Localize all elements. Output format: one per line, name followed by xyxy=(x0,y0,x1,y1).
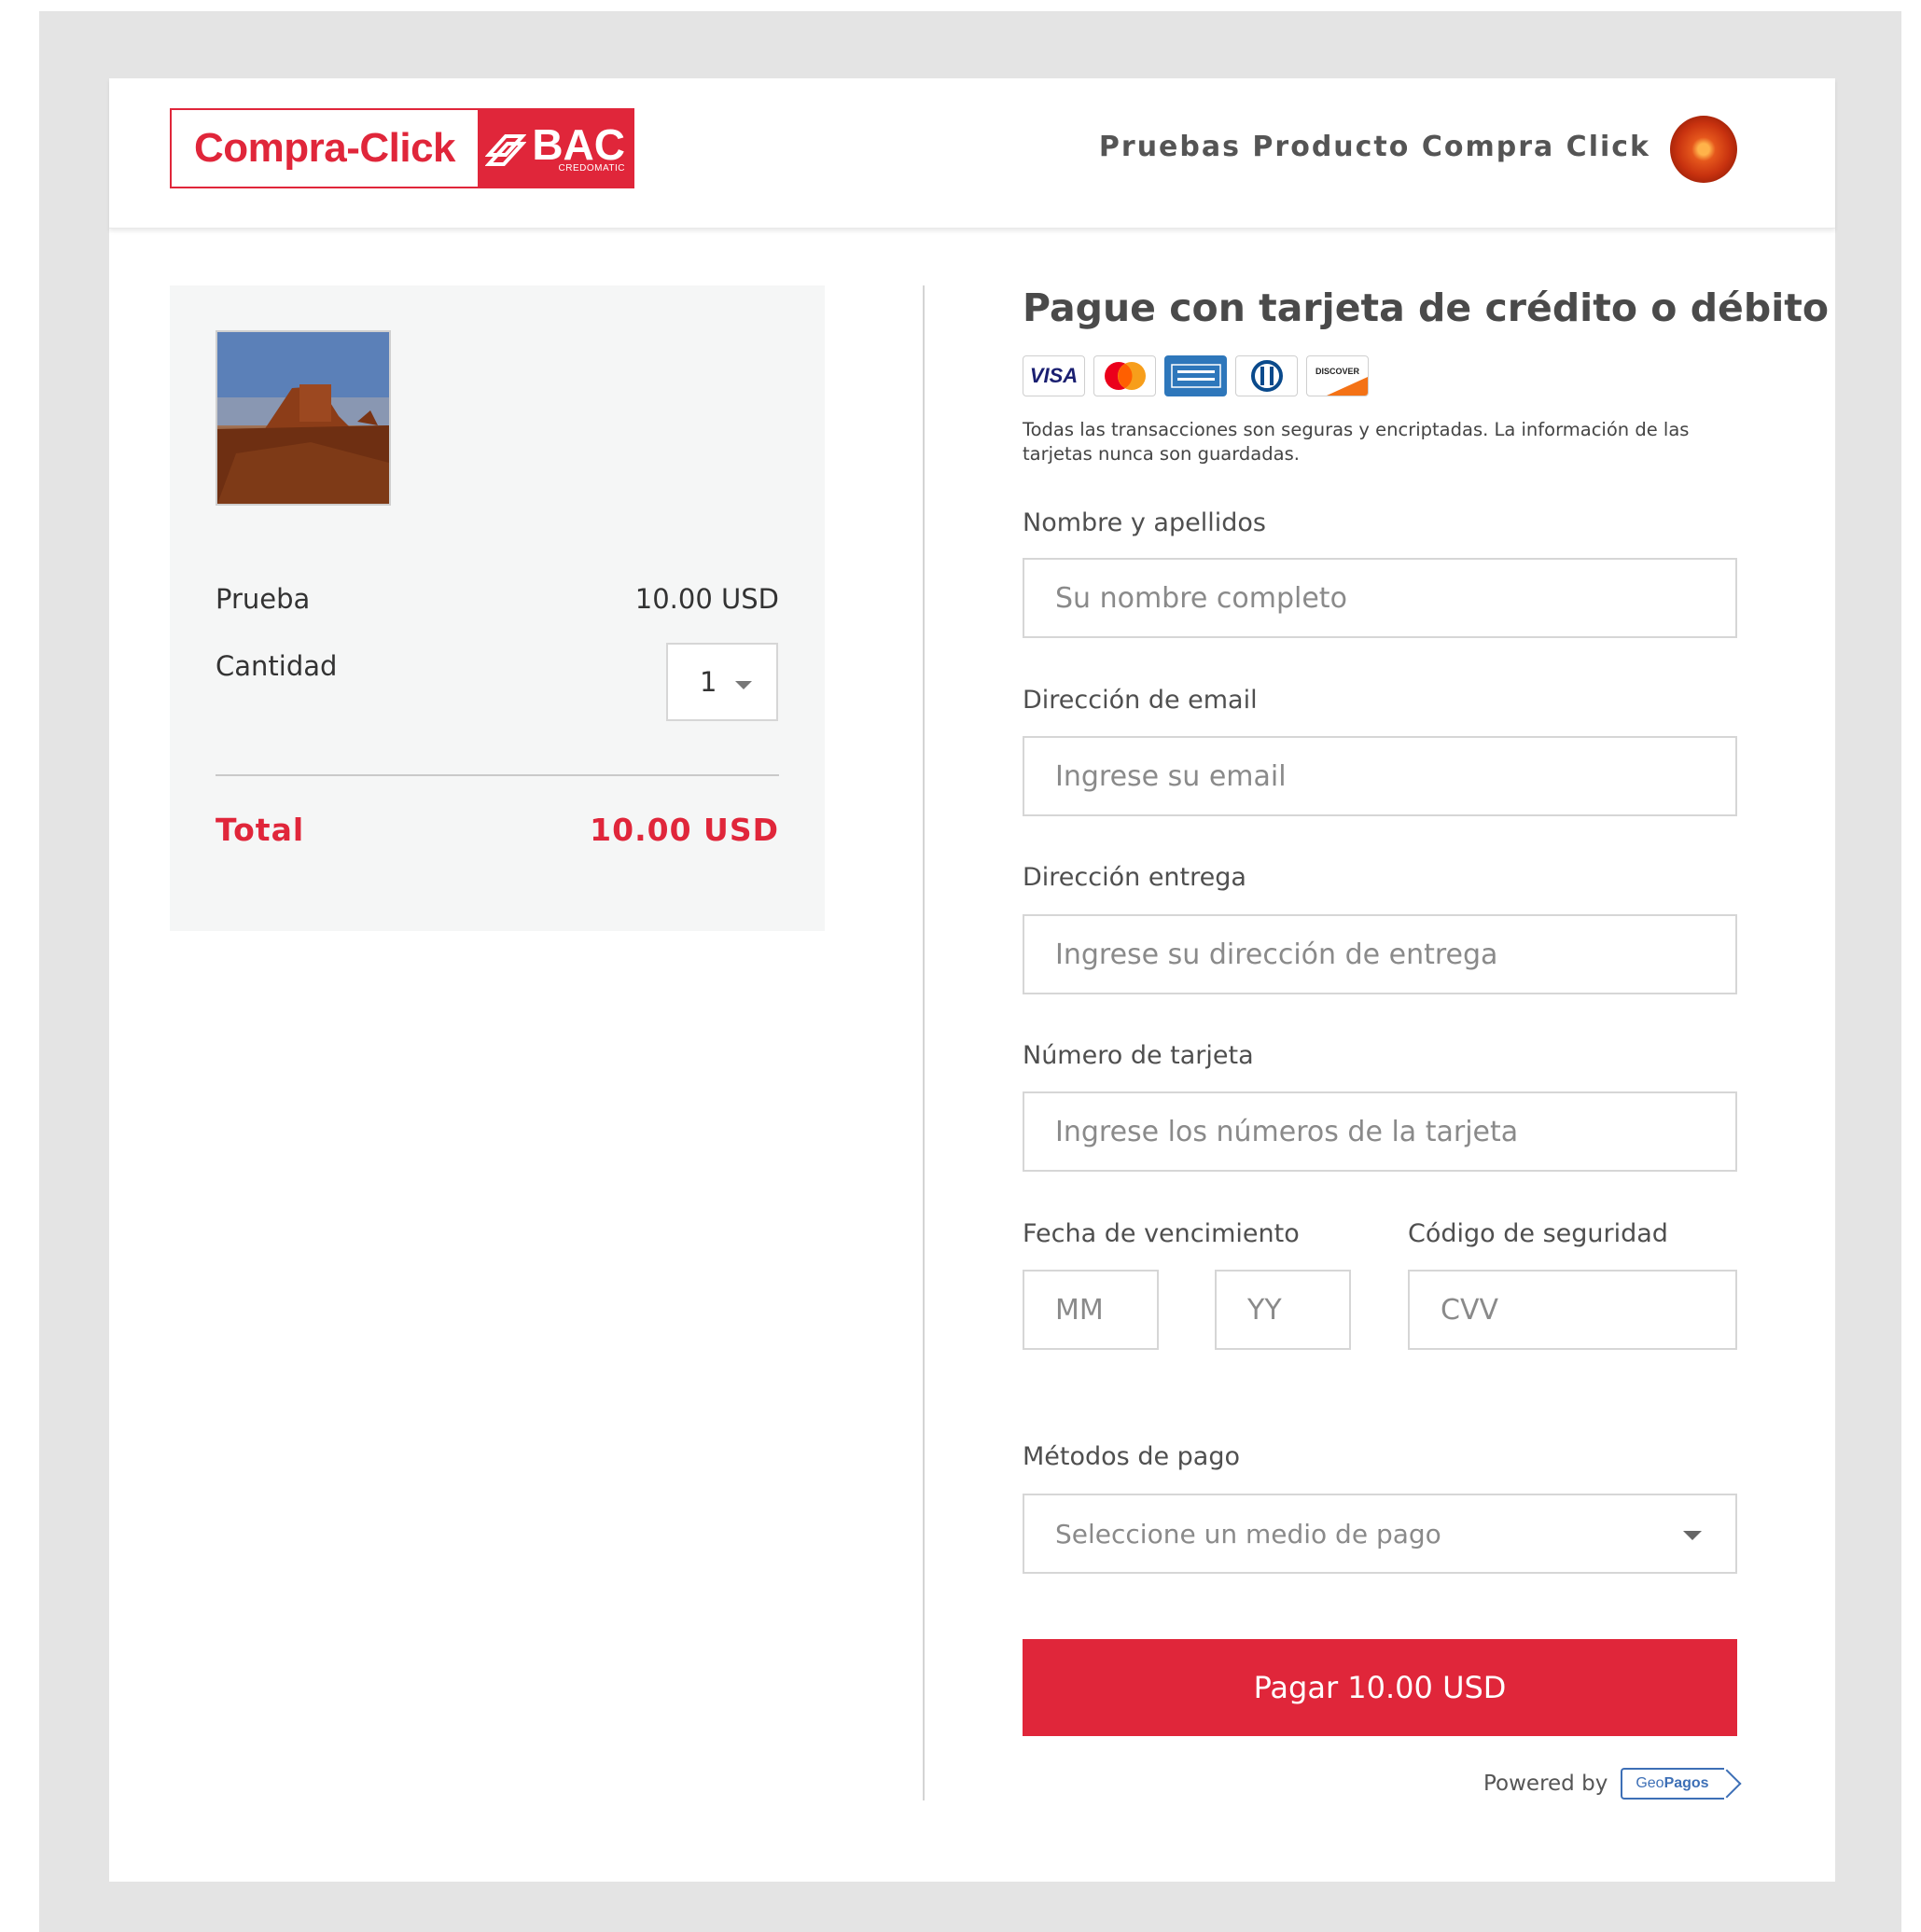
powered-by-label: Powered by xyxy=(1483,1772,1608,1796)
product-name: Prueba xyxy=(216,583,311,615)
security-disclaimer: Todas las transacciones son seguras y en… xyxy=(1023,419,1690,465)
diners-club-icon xyxy=(1235,355,1298,396)
total-row: Total 10.00 USD xyxy=(216,812,779,848)
product-price: 10.00 USD xyxy=(634,583,779,615)
card-number-label: Número de tarjeta xyxy=(1023,1041,1254,1070)
visa-icon: VISA xyxy=(1023,355,1085,396)
expiry-year-input[interactable] xyxy=(1215,1270,1351,1350)
discover-icon: DISCOVER xyxy=(1306,355,1369,396)
product-image xyxy=(216,330,391,506)
quantity-select[interactable]: 1 xyxy=(666,643,778,721)
bac-text: BAC xyxy=(532,120,625,169)
cvv-label: Código de seguridad xyxy=(1408,1219,1668,1248)
quantity-label: Cantidad xyxy=(216,650,338,682)
total-label: Total xyxy=(216,812,305,848)
cvv-input[interactable] xyxy=(1408,1270,1737,1350)
geopagos-logo[interactable]: Geo Pagos xyxy=(1621,1768,1724,1800)
address-label: Dirección entrega xyxy=(1023,863,1246,892)
email-input[interactable] xyxy=(1023,736,1737,816)
american-express-icon xyxy=(1164,355,1227,396)
address-input[interactable] xyxy=(1023,914,1737,994)
merchant-avatar[interactable] xyxy=(1670,116,1737,183)
product-image-art xyxy=(217,332,389,504)
credomatic-text: CREDOMATIC xyxy=(558,163,625,174)
chevron-down-icon xyxy=(1683,1531,1702,1540)
name-label: Nombre y apellidos xyxy=(1023,508,1266,537)
payment-method-value: Seleccione un medio de pago xyxy=(1055,1518,1441,1550)
accepted-cards: VISA DISCOVER xyxy=(1023,355,1369,396)
column-divider xyxy=(923,285,925,1800)
payment-method-select[interactable]: Seleccione un medio de pago xyxy=(1023,1494,1737,1574)
logo-text: Compra-Click xyxy=(193,125,456,171)
mastercard-icon xyxy=(1093,355,1156,396)
compra-click-logo: Compra-Click BAC CREDOMATIC xyxy=(170,108,634,188)
powered-by: Powered by Geo Pagos xyxy=(1483,1768,1724,1800)
expiry-month-input[interactable] xyxy=(1023,1270,1159,1350)
expiry-label: Fecha de vencimiento xyxy=(1023,1219,1300,1248)
email-label: Dirección de email xyxy=(1023,686,1258,715)
product-row: Prueba 10.00 USD xyxy=(216,583,779,615)
total-value: 10.00 USD xyxy=(590,812,779,848)
name-input[interactable] xyxy=(1023,558,1737,638)
bac-icon xyxy=(485,134,526,166)
bac-logo: BAC CREDOMATIC xyxy=(478,110,633,187)
merchant-name: Pruebas Producto Compra Click xyxy=(1098,131,1650,163)
pay-button[interactable]: Pagar 10.00 USD xyxy=(1023,1639,1737,1736)
chevron-down-icon xyxy=(735,681,752,689)
form-title: Pague con tarjeta de crédito o débito xyxy=(1023,285,1830,330)
card-number-input[interactable] xyxy=(1023,1091,1737,1172)
payment-methods-label: Métodos de pago xyxy=(1023,1442,1240,1471)
quantity-value: 1 xyxy=(700,666,717,698)
summary-divider xyxy=(216,774,779,776)
